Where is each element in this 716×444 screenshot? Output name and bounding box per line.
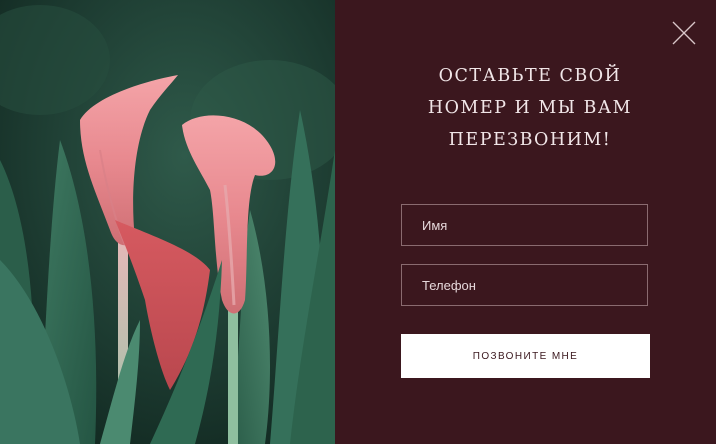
- popup-title-line-3: ПЕРЕЗВОНИМ!: [448, 130, 612, 150]
- callback-popup: ОСТАВЬТЕ СВОЙ НОМЕР И МЫ ВАМ ПЕРЕЗВОНИМ!…: [0, 0, 716, 444]
- name-input[interactable]: [401, 204, 648, 246]
- call-me-button[interactable]: ПОЗВОНИТЕ МНЕ: [401, 334, 650, 378]
- close-button[interactable]: [669, 18, 699, 48]
- popup-title: ОСТАВЬТЕ СВОЙ НОМЕР И МЫ ВАМ ПЕРЕЗВОНИМ!: [375, 60, 685, 156]
- phone-input[interactable]: [401, 264, 648, 306]
- calla-lily-photo: [0, 0, 335, 444]
- callback-form-panel: ОСТАВЬТЕ СВОЙ НОМЕР И МЫ ВАМ ПЕРЕЗВОНИМ!…: [335, 0, 716, 444]
- popup-title-line-2: НОМЕР И МЫ ВАМ: [427, 98, 633, 118]
- popup-title-line-1: ОСТАВЬТЕ СВОЙ: [438, 66, 622, 86]
- close-icon: [672, 21, 696, 45]
